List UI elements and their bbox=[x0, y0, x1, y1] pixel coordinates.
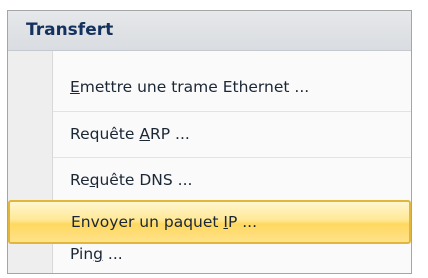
menu-item-label: Requête ARP ... bbox=[70, 125, 190, 143]
menu-item-label: Requête DNS ... bbox=[70, 171, 193, 189]
menu-item-emettre-trame-ethernet[interactable]: Emettre une trame Ethernet ... bbox=[9, 65, 410, 109]
menu-item-label: Emettre une trame Ethernet ... bbox=[70, 78, 310, 96]
menu-item-requete-dns[interactable]: Requête DNS ... bbox=[9, 158, 410, 202]
menu-header-title: Transfert bbox=[26, 20, 114, 40]
transfert-menu: Transfert Emettre une trame Ethernet ...… bbox=[7, 10, 412, 274]
menu-item-envoyer-paquet-ip[interactable]: Envoyer un paquet IP ... bbox=[8, 200, 411, 244]
menu-item-ping[interactable]: Ping ... bbox=[9, 239, 410, 275]
menu-item-label: Ping ... bbox=[70, 245, 123, 263]
menu-item-requete-arp[interactable]: Requête ARP ... bbox=[9, 112, 410, 156]
menu-item-label: Envoyer un paquet IP ... bbox=[71, 213, 258, 231]
menu-header: Transfert bbox=[8, 11, 411, 51]
